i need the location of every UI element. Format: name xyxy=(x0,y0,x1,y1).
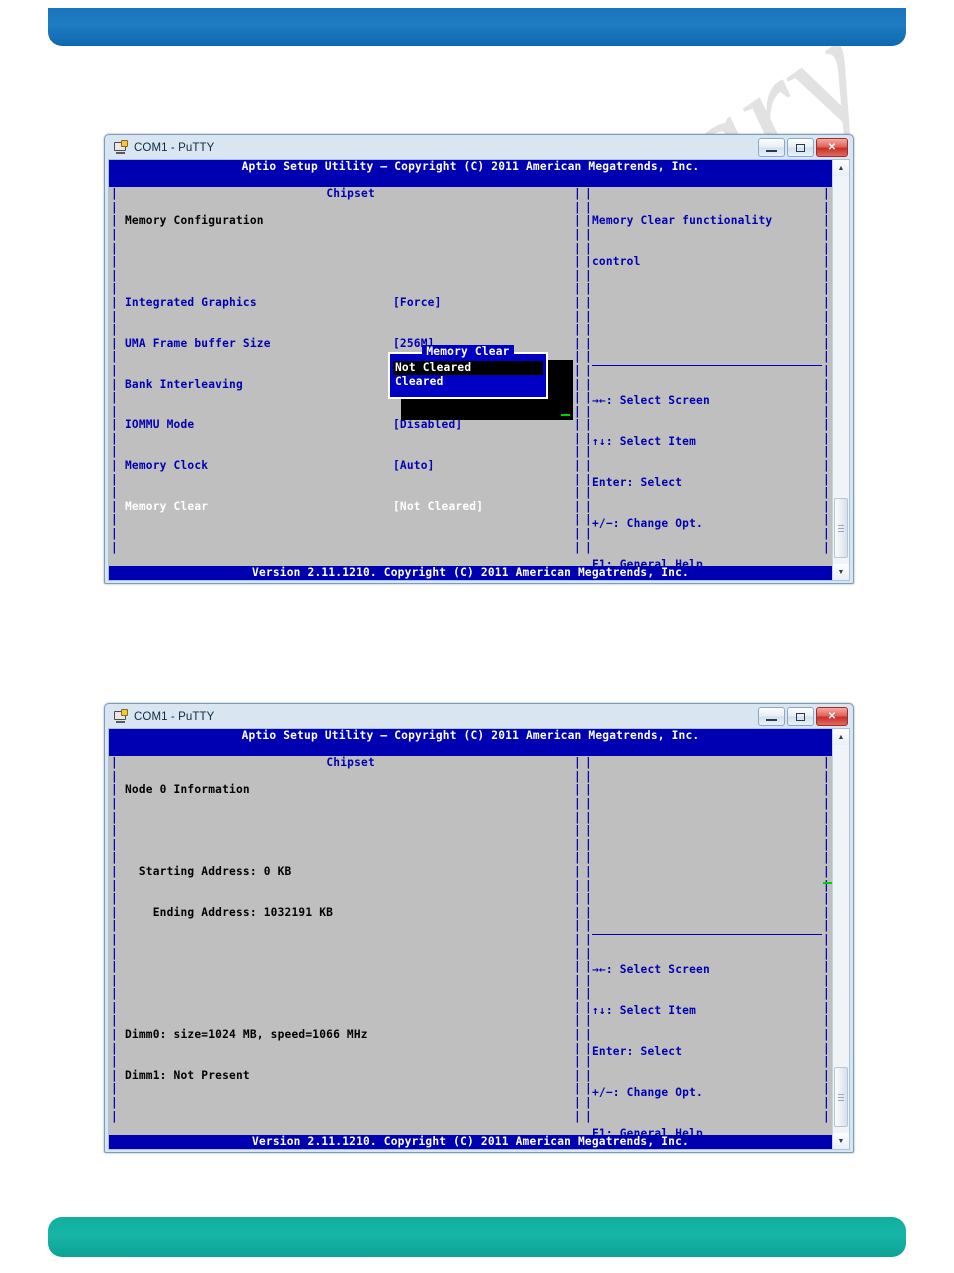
bios-tabrow-1: Chipset xyxy=(109,173,832,201)
setting-label-1: UMA Frame buffer Size xyxy=(125,336,271,350)
help-separator-1 xyxy=(592,365,822,367)
info-line-4: Dimm0: size=1024 MB, speed=1066 MHz xyxy=(125,1028,368,1042)
help-line-0: Memory Clear functionality xyxy=(592,214,773,228)
bios-keys-1: →←: Select Screen ↑↓: Select Item Enter:… xyxy=(592,367,745,580)
info-line-1: Ending Address: 1032191 KB xyxy=(125,905,334,919)
scroll-thumb-1[interactable] xyxy=(834,498,848,558)
titlebar-1[interactable]: COM1 - PuTTY ✕ xyxy=(108,137,850,159)
bios-screen-2: Aptio Setup Utility – Copyright (C) 2011… xyxy=(109,729,832,1149)
left-col-right-border-1: | | | | | | | | | | | | | | | | | | | | … xyxy=(574,187,581,554)
scrollbar-1[interactable]: ▲ ▼ xyxy=(832,160,849,580)
window-controls-1[interactable]: ✕ xyxy=(758,138,848,157)
bios-left-column-2: | | | | | | | | | | | | | | | | | | | | … xyxy=(109,756,583,1135)
footer-banner xyxy=(48,1217,906,1257)
bios-right-column-2: | | | | | | | | | | | | | | | | | | | | … xyxy=(583,756,832,1139)
setting-label-0: Integrated Graphics xyxy=(125,295,257,309)
info-line-5: Dimm1: Not Present xyxy=(125,1068,250,1082)
popup-option-list[interactable]: Not Cleared Cleared xyxy=(390,361,546,392)
scroll-up-arrow-1[interactable]: ▲ xyxy=(833,160,849,176)
maximize-button-1[interactable] xyxy=(787,138,814,157)
putty-terminal-icon xyxy=(113,140,129,156)
minimize-button-1[interactable] xyxy=(758,138,785,157)
key-hint-2: Enter: Select xyxy=(592,475,683,489)
header-banner xyxy=(48,8,906,46)
titlebar-2[interactable]: COM1 - PuTTY ✕ xyxy=(108,706,850,728)
scroll-down-arrow-2[interactable]: ▼ xyxy=(833,1133,849,1149)
bios-header-1: Aptio Setup Utility – Copyright (C) 2011… xyxy=(109,160,832,174)
setting-label-5: Memory Clear xyxy=(125,499,209,513)
bios-screen-1: Aptio Setup Utility – Copyright (C) 2011… xyxy=(109,160,832,580)
key-hint-2-2: Enter: Select xyxy=(592,1044,683,1058)
bios-footer-2: Version 2.11.1210. Copyright (C) 2011 Am… xyxy=(109,1135,832,1149)
setting-value-0: [Force] xyxy=(393,295,442,309)
bios-body-2: | | | | | | | | | | | | | | | | | | | | … xyxy=(109,756,832,1139)
setting-label-4: Memory Clock xyxy=(125,459,209,473)
key-hint-2-1: ↑↓: Select Item xyxy=(592,1004,697,1018)
help-separator-2 xyxy=(592,934,822,936)
left-border-2: | | | | | | | | | | | | | | | | | | | | … xyxy=(111,756,118,1123)
bios-keys-2: →←: Select Screen ↑↓: Select Item Enter:… xyxy=(592,936,745,1149)
page-root: Preliminary COM1 - PuTTY ✕ Aptio Setup U… xyxy=(0,0,954,1273)
section-title-1: Memory Configuration xyxy=(125,214,264,228)
key-hint-2-0: →←: Select Screen xyxy=(592,963,710,977)
key-hint-1: ↑↓: Select Item xyxy=(592,435,697,449)
setting-label-2: Bank Interleaving xyxy=(125,377,243,391)
right-border-1: | | | | | | | | | | | | | | | | | | | | … xyxy=(823,187,830,554)
bios-left-text-2: Node 0 Information Starting Address: 0 K… xyxy=(125,756,368,1109)
terminal-wrap-2: Aptio Setup Utility – Copyright (C) 2011… xyxy=(108,728,850,1150)
terminal-cursor-2 xyxy=(823,882,832,884)
scroll-down-arrow-1[interactable]: ▼ xyxy=(833,564,849,580)
section-title-2: Node 0 Information xyxy=(125,783,250,797)
bios-footer-1: Version 2.11.1210. Copyright (C) 2011 Am… xyxy=(109,566,832,580)
close-button-1[interactable]: ✕ xyxy=(816,138,848,157)
key-hint-0: →←: Select Screen xyxy=(592,394,710,408)
scroll-up-arrow-2[interactable]: ▲ xyxy=(833,729,849,745)
scroll-thumb-2[interactable] xyxy=(834,1067,848,1127)
bios-help-text-1: Memory Clear functionality control xyxy=(592,187,772,296)
putty-terminal-icon-2 xyxy=(113,709,129,725)
key-hint-3: +/−: Change Opt. xyxy=(592,516,703,530)
setting-value-4: [Auto] xyxy=(393,459,435,473)
terminal-wrap-1: Aptio Setup Utility – Copyright (C) 2011… xyxy=(108,159,850,581)
right-border-2: | | | | | | | | | | | | | | | | | | | | … xyxy=(823,756,830,1123)
setting-value-5: [Not Cleared] xyxy=(393,499,484,513)
setting-value-3: [Disabled] xyxy=(393,418,463,432)
maximize-button-2[interactable] xyxy=(787,707,814,726)
memory-clear-popup[interactable]: Memory Clear Not Cleared Cleared xyxy=(388,345,548,399)
bios-tabrow-2: Chipset xyxy=(109,742,832,770)
help-line-1: control xyxy=(592,255,641,269)
popup-title: Memory Clear xyxy=(390,345,546,359)
bios-right-column-1: | | | | | | | | | | | | | | | | | | | | … xyxy=(583,187,832,570)
window-title-2: COM1 - PuTTY xyxy=(134,711,215,723)
right-col-left-border-2: | | | | | | | | | | | | | | | | | | | | … xyxy=(585,756,592,1123)
info-line-0: Starting Address: 0 KB xyxy=(125,864,292,878)
putty-window-2[interactable]: COM1 - PuTTY ✕ Aptio Setup Utility – Cop… xyxy=(104,703,854,1153)
key-hint-2-3: +/−: Change Opt. xyxy=(592,1085,703,1099)
left-border-1: | | | | | | | | | | | | | | | | | | | | … xyxy=(111,187,118,554)
popup-option-not-cleared[interactable]: Not Cleared xyxy=(393,361,543,375)
scrollbar-2[interactable]: ▲ ▼ xyxy=(832,729,849,1149)
popup-option-cleared[interactable]: Cleared xyxy=(393,375,543,389)
left-col-right-border-2: | | | | | | | | | | | | | | | | | | | | … xyxy=(574,756,581,1123)
setting-label-3: IOMMU Mode xyxy=(125,418,195,432)
minimize-button-2[interactable] xyxy=(758,707,785,726)
close-button-2[interactable]: ✕ xyxy=(816,707,848,726)
right-col-left-border-1: | | | | | | | | | | | | | | | | | | | | … xyxy=(585,187,592,554)
putty-window-1[interactable]: COM1 - PuTTY ✕ Aptio Setup Utility – Cop… xyxy=(104,134,854,584)
window-title-1: COM1 - PuTTY xyxy=(134,142,215,154)
bios-header-2: Aptio Setup Utility – Copyright (C) 2011… xyxy=(109,729,832,743)
window-controls-2[interactable]: ✕ xyxy=(758,707,848,726)
terminal-cursor-1 xyxy=(561,414,570,416)
